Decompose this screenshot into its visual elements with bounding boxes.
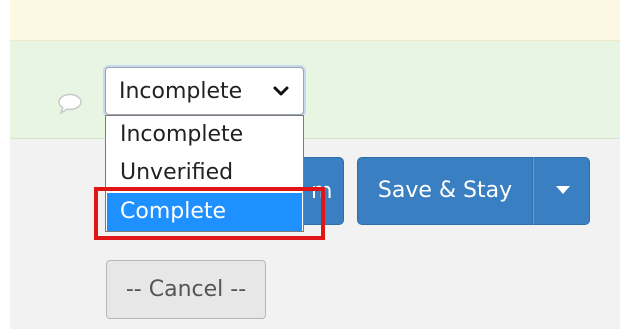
status-select-value: Incomplete [119, 78, 243, 104]
save-stay-button[interactable]: Save & Stay [357, 157, 533, 225]
highlight-annotation-box [94, 187, 325, 240]
form-status-select[interactable]: Incomplete [105, 67, 304, 115]
left-margin [0, 0, 10, 329]
caret-down-icon [556, 186, 570, 194]
status-row [10, 41, 620, 139]
top-row-yellow [10, 0, 620, 41]
cancel-button[interactable]: -- Cancel -- [106, 260, 266, 319]
chevron-down-icon [273, 86, 289, 96]
option-incomplete[interactable]: Incomplete [107, 116, 302, 154]
save-options-toggle[interactable] [533, 157, 590, 225]
comment-bubble-icon[interactable] [57, 93, 83, 115]
